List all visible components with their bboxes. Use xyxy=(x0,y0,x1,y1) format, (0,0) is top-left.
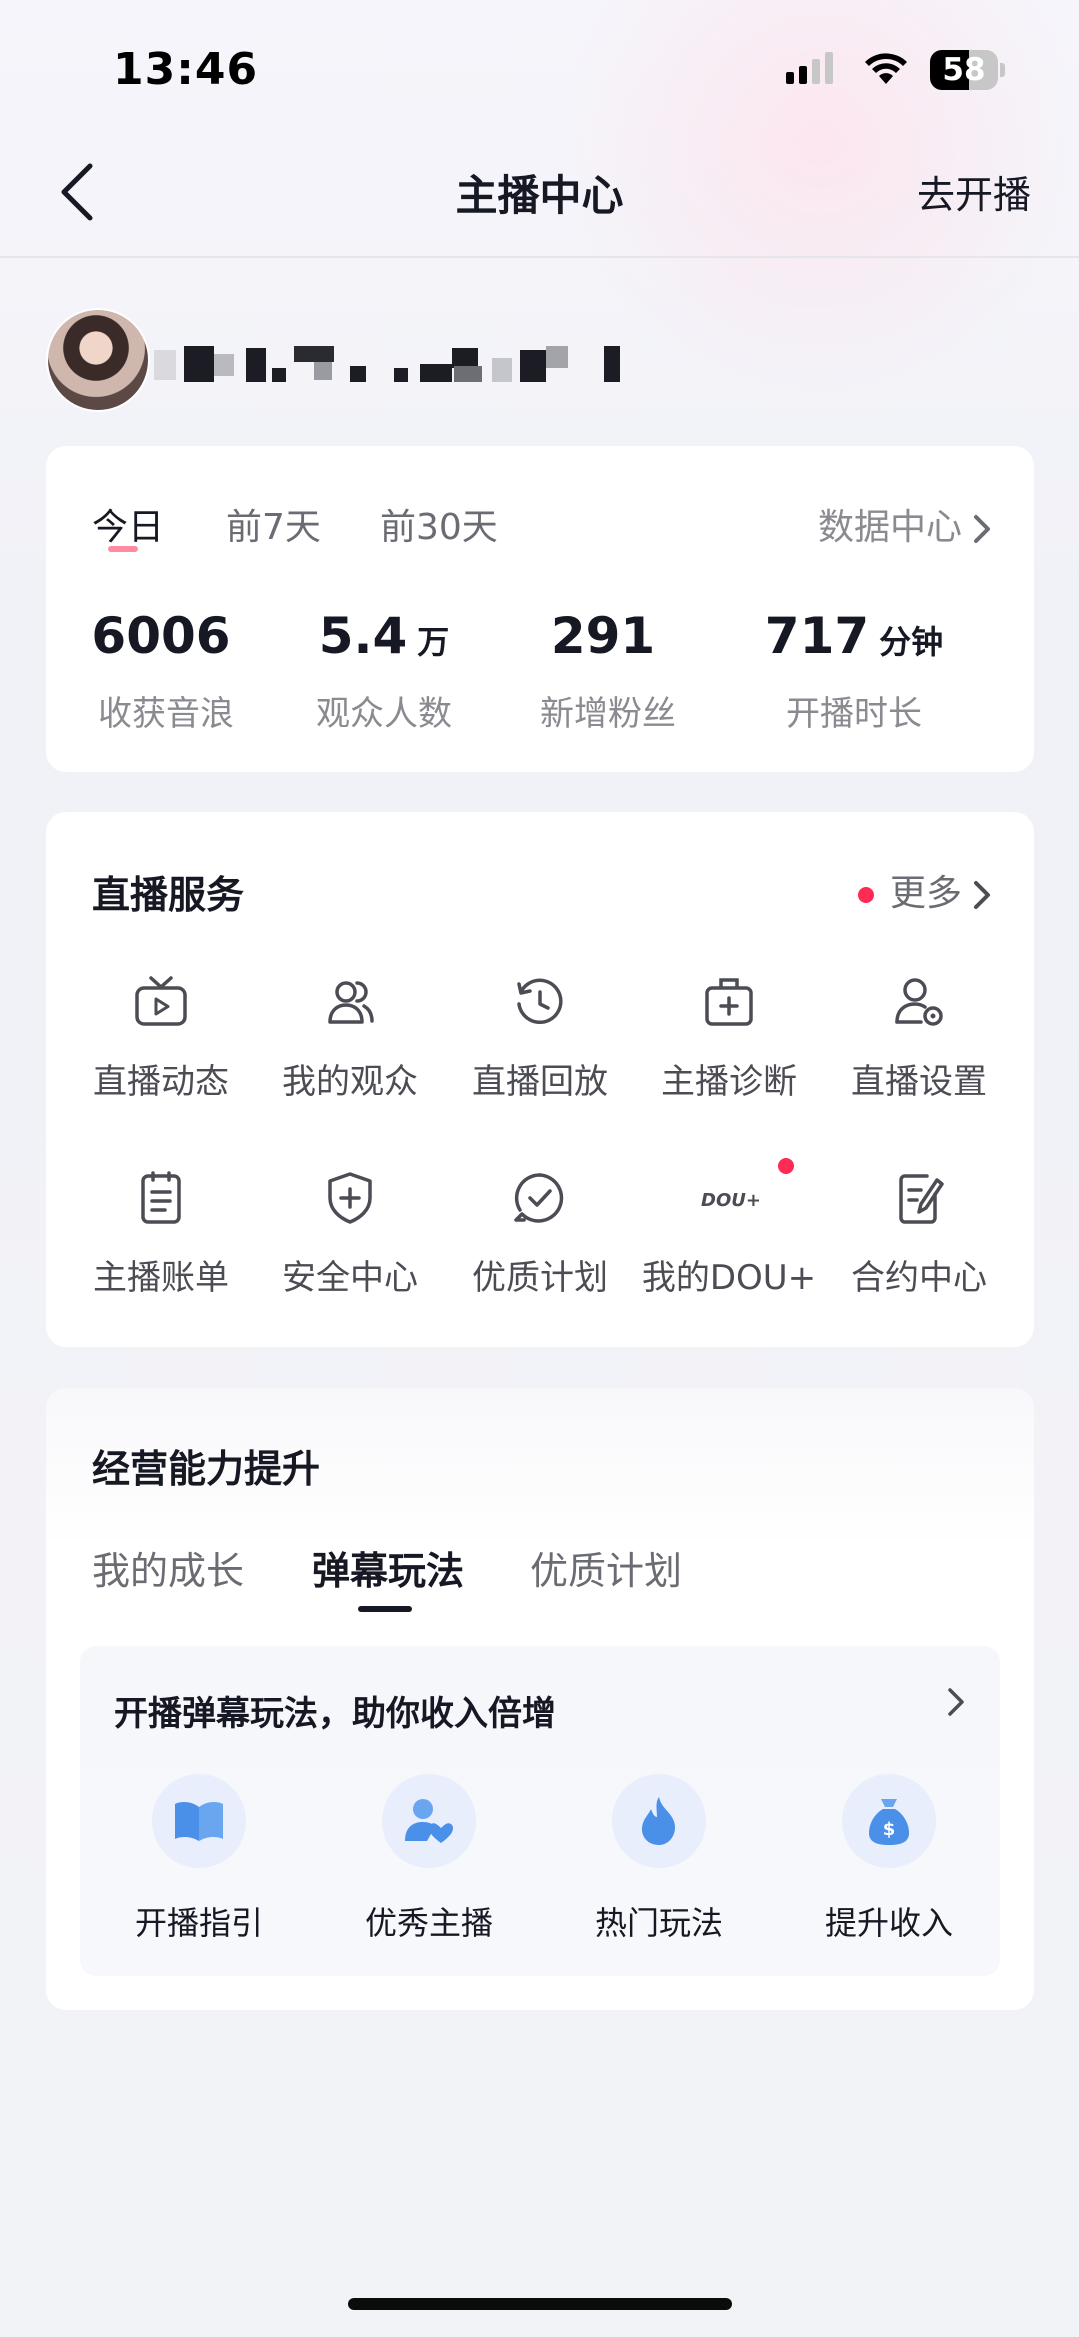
section-title: 经营能力提升 xyxy=(92,1447,321,1491)
promo-title: 开播弹幕玩法，助你收入倍增 xyxy=(114,1694,556,1734)
promo-icon-circle xyxy=(612,1774,706,1868)
shield-plus-icon xyxy=(328,1172,372,1224)
service-my-dou-plus[interactable]: DOU+ 我的DOU+ xyxy=(634,1158,824,1299)
service-quality-plan[interactable]: 优质计划 xyxy=(445,1170,635,1299)
service-contract-center[interactable]: 合约中心 xyxy=(824,1170,1014,1299)
stat-value: 5.4 xyxy=(318,607,408,665)
history-icon xyxy=(517,978,563,1025)
promo-panel: 开播弹幕玩法，助你收入倍增 开播指引 优秀主播 热门玩法 $ 提升收入 xyxy=(80,1646,1000,1976)
status-bar: 13:46 58 xyxy=(0,0,1079,130)
service-label: 合约中心 xyxy=(851,1258,987,1298)
medical-kit-icon xyxy=(705,978,753,1026)
more-label: 更多 xyxy=(889,873,962,914)
promo-increase-income[interactable]: $ 提升收入 xyxy=(784,1774,994,1944)
service-label: 我的观众 xyxy=(282,1062,418,1102)
service-label: 主播账单 xyxy=(93,1258,229,1298)
service-anchor-diagnosis[interactable]: 主播诊断 xyxy=(634,974,824,1103)
tab-indicator xyxy=(358,1606,412,1612)
service-label: 直播设置 xyxy=(851,1062,987,1102)
tab-today[interactable]: 今日 xyxy=(92,498,164,550)
status-time: 13:46 xyxy=(113,44,259,95)
check-circle-icon xyxy=(514,1173,564,1223)
promo-label: 热门玩法 xyxy=(594,1904,723,1942)
service-label: 优质计划 xyxy=(472,1258,608,1298)
section-title: 直播服务 xyxy=(92,873,245,917)
dou-plus-text: DOU+ xyxy=(701,1190,759,1211)
clipboard-icon xyxy=(141,1171,181,1224)
chevron-right-icon[interactable] xyxy=(944,1684,968,1720)
user-settings-icon xyxy=(895,978,943,1026)
promo-icon-circle xyxy=(152,1774,246,1868)
contract-edit-icon xyxy=(899,1174,944,1224)
promo-label: 开播指引 xyxy=(134,1904,263,1942)
notification-dot xyxy=(857,887,874,903)
service-label: 安全中心 xyxy=(282,1258,418,1298)
money-bag-icon: $ xyxy=(869,1799,909,1845)
tab-last-7-days[interactable]: 前7天 xyxy=(226,498,321,550)
home-indicator[interactable] xyxy=(348,2298,732,2310)
promo-icon-circle xyxy=(382,1774,476,1868)
tab-my-growth[interactable]: 我的成长 xyxy=(92,1540,244,1595)
service-live-replay[interactable]: 直播回放 xyxy=(445,974,635,1103)
tab-quality-plan[interactable]: 优质计划 xyxy=(530,1540,682,1595)
battery-icon: 58 xyxy=(930,50,1005,90)
stat-label: 收获音浪 xyxy=(98,694,234,734)
battery-percent: 58 xyxy=(942,52,986,88)
tab-last-30-days[interactable]: 前30天 xyxy=(380,498,498,550)
live-services-card: 直播服务 更多 直播动态 我的观众 直播回放 主播诊断 直播设置 主播账单 安全… xyxy=(46,812,1034,1347)
navigation-bar: 主播中心 去开播 xyxy=(0,130,1079,258)
chevron-right-icon xyxy=(974,881,990,909)
service-label: 直播回放 xyxy=(472,1062,608,1102)
tab-danmaku-play[interactable]: 弹幕玩法 xyxy=(312,1540,464,1595)
data-center-label: 数据中心 xyxy=(817,507,962,548)
service-my-audience[interactable]: 我的观众 xyxy=(255,974,445,1103)
service-security-center[interactable]: 安全中心 xyxy=(255,1170,445,1299)
stat-label: 开播时长 xyxy=(786,694,922,734)
tab-indicator xyxy=(108,546,138,552)
data-center-link[interactable]: 数据中心 xyxy=(818,498,994,550)
stat-unit: 分钟 xyxy=(879,623,944,661)
promo-label: 优秀主播 xyxy=(364,1904,493,1942)
service-label: 直播动态 xyxy=(93,1062,229,1102)
svg-text:$: $ xyxy=(883,1819,896,1840)
business-ability-card: 经营能力提升 我的成长 弹幕玩法 优质计划 开播弹幕玩法，助你收入倍增 开播指引 xyxy=(46,1388,1034,2010)
more-link[interactable]: 更多 xyxy=(857,864,994,916)
stat-label: 观众人数 xyxy=(316,694,452,734)
dou-plus-icon: DOU+ xyxy=(634,1158,824,1226)
profile-row xyxy=(46,308,1046,412)
service-live-settings[interactable]: 直播设置 xyxy=(824,974,1014,1103)
go-live-button[interactable]: 去开播 xyxy=(917,164,1031,219)
anchor-center-page: 13:46 58 主播中心 去开播 今日 前7天 前30天 数据中心 6006 … xyxy=(0,0,1079,2337)
promo-start-guide[interactable]: 开播指引 xyxy=(94,1774,304,1944)
tv-play-icon xyxy=(135,976,187,1026)
stat-item[interactable]: 717 分钟 开播时长 xyxy=(734,606,974,735)
user-heart-icon xyxy=(405,1799,453,1843)
stats-card: 今日 前7天 前30天 数据中心 6006 收获音浪 5.4 万 观众人数 291… xyxy=(46,446,1034,772)
promo-label: 提升收入 xyxy=(824,1904,953,1942)
cellular-signal-icon xyxy=(786,52,833,84)
pixelated-username xyxy=(154,346,620,382)
audience-icon xyxy=(328,981,374,1024)
service-live-dynamics[interactable]: 直播动态 xyxy=(66,974,256,1103)
wifi-icon xyxy=(865,53,907,84)
promo-icon-circle: $ xyxy=(842,1774,936,1868)
book-icon xyxy=(175,1802,223,1841)
service-label: 我的DOU+ xyxy=(641,1258,817,1298)
chevron-right-icon xyxy=(974,515,990,543)
service-anchor-bill[interactable]: 主播账单 xyxy=(66,1170,256,1299)
service-label: 主播诊断 xyxy=(661,1062,797,1102)
notification-dot xyxy=(778,1158,794,1174)
stat-value: 717 xyxy=(764,607,870,665)
stat-item[interactable]: 291 新增粉丝 xyxy=(488,606,728,735)
stat-item[interactable]: 6006 收获音浪 xyxy=(46,606,286,735)
stat-value: 291 xyxy=(550,607,656,665)
stat-item[interactable]: 5.4 万 观众人数 xyxy=(264,606,504,735)
stat-unit: 万 xyxy=(417,623,450,661)
stat-label: 新增粉丝 xyxy=(540,694,676,734)
promo-excellent-anchors[interactable]: 优秀主播 xyxy=(324,1774,534,1944)
promo-hot-gameplay[interactable]: 热门玩法 xyxy=(554,1774,764,1944)
avatar[interactable] xyxy=(46,308,150,412)
stat-value: 6006 xyxy=(91,607,231,665)
flame-icon xyxy=(641,1797,676,1845)
